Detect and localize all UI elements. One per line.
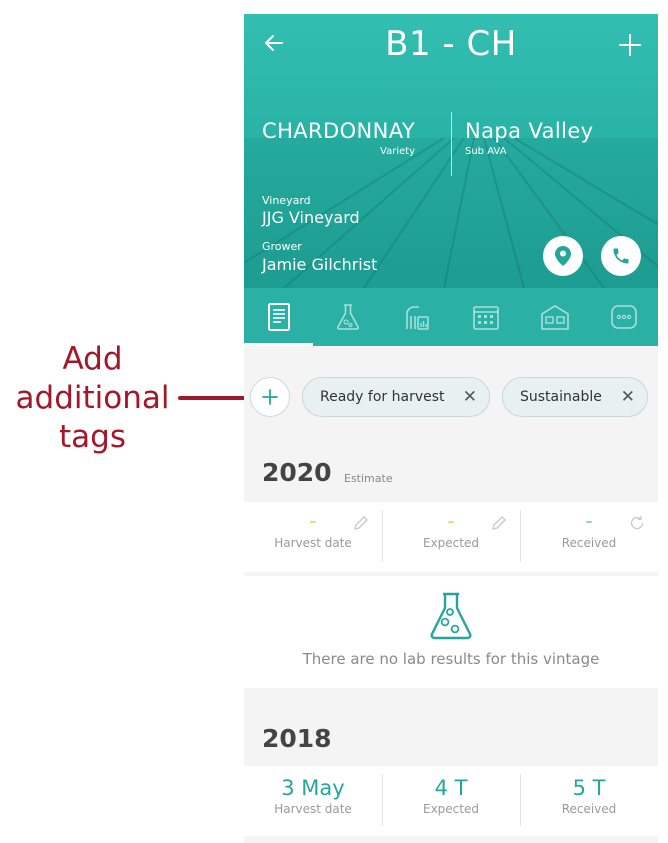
phone-screen: B1 - CH CHARDONNAY Variety Napa Valley S…	[244, 14, 658, 843]
tab-calendar[interactable]	[451, 288, 520, 346]
grower-label: Grower	[262, 240, 302, 253]
phone-icon	[613, 248, 629, 264]
stat-harvest-date[interactable]: – Harvest date	[244, 502, 382, 572]
block-header: B1 - CH CHARDONNAY Variety Napa Valley S…	[244, 14, 658, 288]
lab-results-empty: There are no lab results for this vintag…	[244, 576, 658, 688]
variety-label: Variety	[380, 146, 416, 157]
vintage-stats-2020: – Harvest date – Expected – Received	[244, 502, 658, 572]
section-tabbar	[244, 288, 658, 346]
annotation-text: Add additional tags	[0, 340, 185, 457]
add-tag-button[interactable]	[250, 377, 290, 417]
tab-overview[interactable]	[244, 288, 313, 346]
variety-info: CHARDONNAY Variety	[262, 118, 415, 157]
variety-value: CHARDONNAY	[262, 119, 416, 143]
ava-label: Sub AVA	[465, 146, 507, 157]
refresh-icon[interactable]	[628, 514, 646, 532]
annotation-line-1: Add	[62, 341, 123, 377]
vintage-year: 2018	[262, 724, 332, 753]
edit-pencil-icon[interactable]	[490, 514, 508, 532]
ava-info: Napa Valley Sub AVA	[465, 118, 593, 157]
stat-expected[interactable]: 4 T Expected	[382, 766, 520, 836]
stat-harvest-date[interactable]: 3 May Harvest date	[244, 766, 382, 836]
vintage-estimate-label: Estimate	[344, 472, 393, 485]
grower-value: Jamie Gilchrist	[262, 255, 378, 274]
stat-expected[interactable]: – Expected	[382, 502, 520, 572]
tab-lab[interactable]	[313, 288, 382, 346]
ava-value: Napa Valley	[465, 119, 594, 143]
tags-row: Ready for harvest ✕ Sustainable ✕	[244, 377, 658, 419]
stat-label: Expected	[423, 802, 479, 816]
annotation-line-3: tags	[59, 419, 126, 455]
edit-pencil-icon[interactable]	[352, 514, 370, 532]
add-icon[interactable]	[618, 31, 642, 61]
flask-icon	[336, 304, 359, 330]
map-pin-icon	[555, 246, 571, 266]
winery-icon	[540, 305, 569, 330]
call-button[interactable]	[601, 236, 641, 276]
stat-label: Received	[561, 802, 617, 816]
stat-value: 5 T	[572, 776, 606, 800]
vintage-year: 2020	[262, 458, 332, 487]
stat-value: 3 May	[281, 776, 345, 800]
grape-chart-icon	[405, 306, 429, 330]
tab-more[interactable]	[589, 288, 658, 346]
stat-label: Harvest date	[274, 802, 352, 816]
annotation-line-2: additional	[15, 380, 170, 416]
calendar-icon	[472, 306, 499, 330]
tag-chip[interactable]: Ready for harvest ✕	[302, 377, 490, 417]
vintage-stats-2018: 3 May Harvest date 4 T Expected 5 T Rece…	[244, 766, 658, 836]
page-title: B1 - CH	[385, 24, 517, 64]
document-icon	[267, 303, 290, 331]
stat-received[interactable]: – Received	[520, 502, 658, 572]
location-button[interactable]	[543, 236, 583, 276]
remove-tag-icon[interactable]: ✕	[463, 387, 477, 407]
tag-label: Sustainable	[520, 389, 602, 405]
plus-icon	[262, 389, 278, 405]
vineyard-value: JJG Vineyard	[262, 208, 360, 227]
more-icon	[610, 305, 637, 329]
flask-icon	[430, 592, 472, 640]
stat-value: 4 T	[434, 776, 468, 800]
tag-chip[interactable]: Sustainable ✕	[502, 377, 648, 417]
stat-label: Harvest date	[274, 536, 352, 550]
lab-empty-message: There are no lab results for this vintag…	[302, 650, 600, 668]
header-divider	[451, 112, 452, 176]
active-tab-indicator	[244, 343, 313, 346]
remove-tag-icon[interactable]: ✕	[621, 387, 635, 407]
stat-received[interactable]: 5 T Received	[520, 766, 658, 836]
tag-label: Ready for harvest	[320, 389, 445, 405]
stat-label: Expected	[423, 536, 479, 550]
tab-samples[interactable]	[382, 288, 451, 346]
tab-winery[interactable]	[520, 288, 589, 346]
vineyard-label: Vineyard	[262, 194, 311, 207]
stat-label: Received	[561, 536, 617, 550]
annotation-pointer	[178, 396, 252, 400]
